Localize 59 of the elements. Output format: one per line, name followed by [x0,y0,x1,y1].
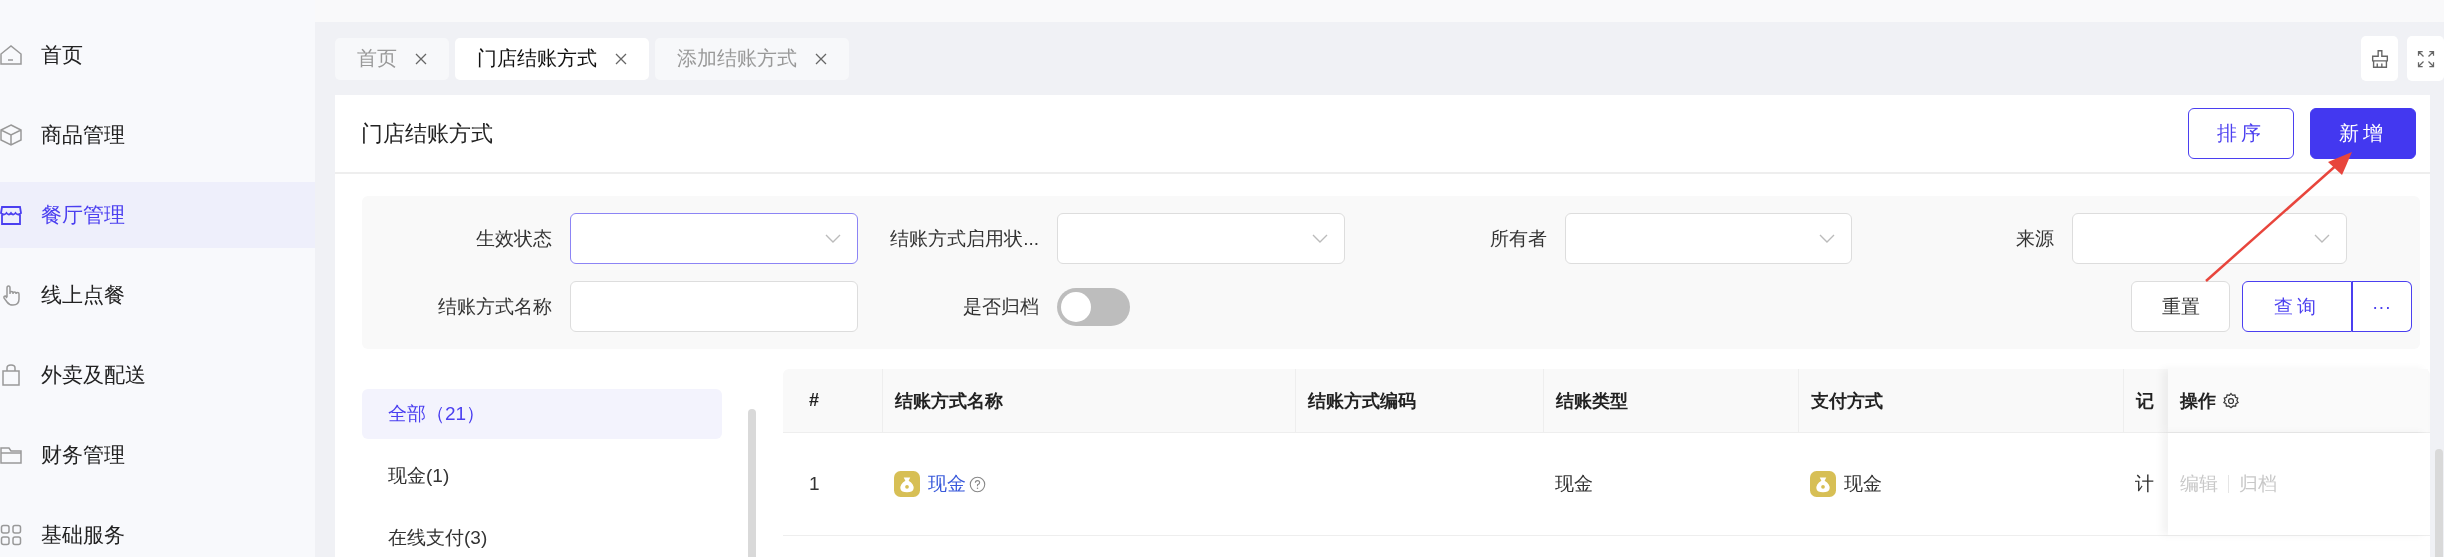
column-header: 结账类型 [1556,389,1628,413]
more-button[interactable]: ··· [2352,281,2412,332]
table-cell-text: 计 [2135,472,2154,496]
sidebar-item[interactable]: 外卖及配送 [0,342,315,408]
table-cell-text: 现金 [1555,472,1593,496]
bag-icon [0,363,23,387]
sidebar-item[interactable]: 首页 [0,22,315,88]
reset-button[interactable]: 重置 [2131,281,2230,332]
table-cell-text: 现金 [1844,472,1882,496]
cube-icon [0,123,23,147]
column-header: 记 [2136,389,2154,413]
column-header: # [809,390,819,411]
category-item[interactable]: 现金(1) [362,451,722,501]
store-icon [0,203,23,227]
chevron-down-icon [1312,233,1328,244]
sidebar-item[interactable]: 基础服务 [0,502,315,557]
broom-icon[interactable] [2361,36,2398,81]
page-title: 门店结账方式 [361,119,493,148]
sidebar-item[interactable]: 餐厅管理 [0,182,315,248]
sidebar-item[interactable]: 财务管理 [0,422,315,488]
filter-label: 生效状态 [475,226,553,251]
sort-button[interactable]: 排序 [2188,108,2294,159]
category-item[interactable]: 在线支付(3) [362,513,722,557]
close-icon[interactable] [415,52,427,65]
column-header: 结账方式编码 [1308,389,1416,413]
select-field[interactable] [570,213,858,264]
tab[interactable]: 门店结账方式 [455,37,649,80]
column-header: 结账方式名称 [895,389,1003,413]
close-icon[interactable] [815,52,827,65]
filter-label: 结账方式启用状... [889,226,1040,251]
close-icon[interactable] [615,52,627,65]
name-link[interactable]: 现金 [928,471,966,497]
filter-label: 结账方式名称 [437,294,553,319]
add-button[interactable]: 新增 [2310,108,2416,159]
home-icon [0,43,23,67]
table-cell: 1 [809,473,820,495]
filter-label: 所有者 [1489,226,1548,251]
toggle-switch[interactable] [1057,287,1130,326]
settings-icon[interactable] [2222,391,2240,410]
grid-icon [0,523,23,547]
input-field[interactable] [570,281,858,332]
query-button[interactable]: 查询 [2242,281,2352,332]
filter-label: 来源 [2015,226,2055,251]
sidebar-item[interactable]: 线上点餐 [0,262,315,328]
column-header: 支付方式 [1811,389,1883,413]
category-item[interactable]: 全部（21） [362,389,722,439]
chevron-down-icon [1819,233,1835,244]
column-header: 操作 [2180,389,2216,413]
filter-label: 是否归档 [962,294,1040,319]
scrollbar-thumb[interactable] [2435,449,2443,557]
hand-icon [0,283,23,307]
chevron-down-icon [825,233,841,244]
scrollbar-thumb[interactable] [748,409,756,557]
money-bag-icon [894,471,920,497]
fullscreen-icon[interactable] [2407,36,2444,81]
chevron-down-icon [2314,233,2330,244]
help-icon[interactable] [969,475,986,493]
money-bag-icon [1810,471,1836,497]
sidebar-item[interactable]: 商品管理 [0,102,315,168]
